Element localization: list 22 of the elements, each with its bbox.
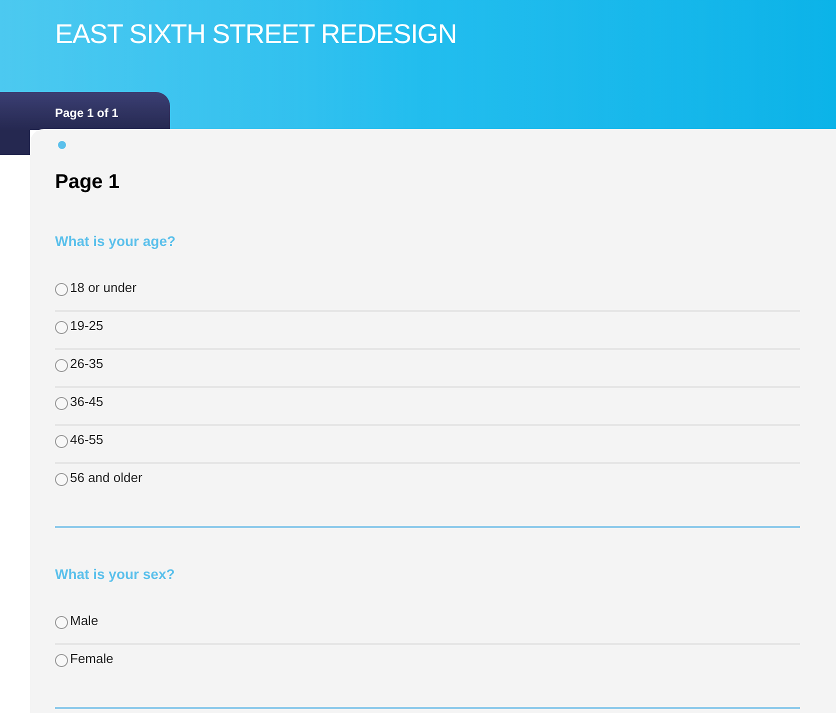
question-title: What is your age?: [55, 232, 177, 251]
radio-button[interactable]: [55, 283, 68, 296]
option-label: Male: [70, 612, 98, 630]
page-heading: Page 1: [55, 170, 120, 195]
radio-button[interactable]: [55, 473, 68, 486]
radio-button[interactable]: [55, 359, 68, 372]
tab-background: [0, 130, 30, 155]
option-label: 26-35: [70, 355, 104, 373]
option-label: 46-55: [70, 431, 104, 449]
option-label: 36-45: [70, 393, 104, 411]
option-label: Female: [70, 650, 114, 668]
radio-button[interactable]: [55, 435, 68, 448]
option-label: 19-25: [70, 317, 104, 335]
question-title: What is your sex?: [55, 565, 176, 584]
page-tab[interactable]: Page 1 of 1: [0, 92, 170, 130]
radio-button[interactable]: [55, 616, 68, 629]
option-label: 56 and older: [70, 469, 142, 487]
option-label: 18 or under: [70, 279, 136, 297]
radio-button[interactable]: [55, 321, 68, 334]
survey-title: EAST SIXTH STREET REDESIGN: [55, 18, 457, 51]
radio-button[interactable]: [55, 397, 68, 410]
radio-button[interactable]: [55, 654, 68, 667]
